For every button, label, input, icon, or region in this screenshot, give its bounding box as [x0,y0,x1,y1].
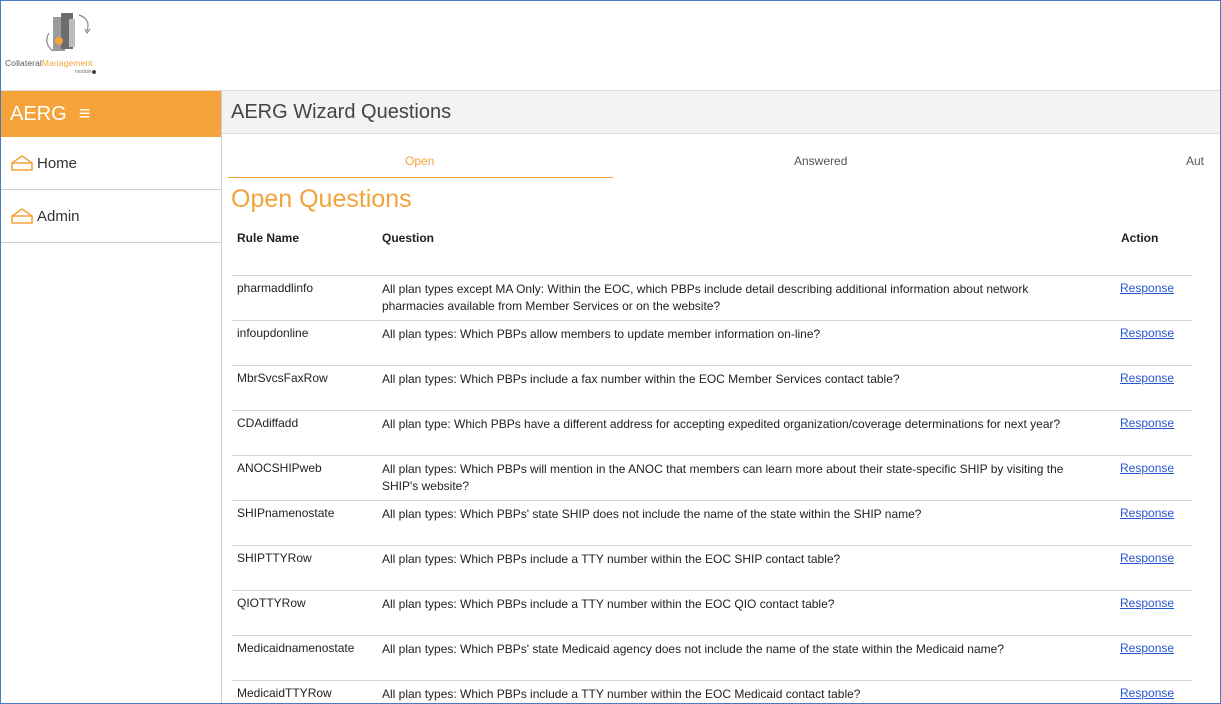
response-link[interactable]: Response [1120,461,1174,475]
hamburger-menu-icon[interactable]: ≡ [79,104,91,124]
sidebar-header: AERG ≡ [1,91,221,137]
rule-name-cell: pharmaddlinfo [237,281,314,295]
section-title: Open Questions [231,185,412,213]
sidebar: AERG ≡ Home Admin [1,91,222,703]
tab-auto[interactable]: Aut [1186,154,1204,168]
active-tab-underline [228,177,613,178]
rule-name-cell: ANOCSHIPweb [237,461,322,475]
question-cell: All plan types: Which PBPs include a TTY… [382,687,861,701]
question-cell: All plan types: Which PBPs' state Medica… [382,642,1004,656]
table-row: ANOCSHIPweb All plan types: Which PBPs w… [232,456,1192,501]
table-row: SHIPTTYRow All plan types: Which PBPs in… [232,546,1192,591]
logo-module-label: module [75,69,92,75]
logo-module-text: module [75,69,97,75]
logo-mark-icon [46,13,91,52]
sidebar-item-label: Admin [37,207,80,225]
tab-open[interactable]: Open [405,154,434,168]
logo-dot-icon [92,69,97,74]
sidebar-item-admin[interactable]: Admin [1,190,221,243]
response-link[interactable]: Response [1120,686,1174,700]
rule-name-cell: infoupdonline [237,326,309,340]
table-header: Rule Name Question Action [232,227,1192,276]
logo-brand-part1: Collateral [5,58,42,68]
question-cell: All plan types: Which PBPs include a TTY… [382,597,835,611]
sidebar-item-label: Home [37,154,78,172]
response-link[interactable]: Response [1120,326,1174,340]
rule-name-cell: SHIPTTYRow [237,551,312,565]
logo-brand-part2: Management [41,58,93,68]
table-row: MbrSvcsFaxRow All plan types: Which PBPs… [232,366,1192,411]
question-cell: All plan types: Which PBPs include a TTY… [382,552,841,566]
tab-bar: Open Answered Aut [222,134,1220,178]
page-title-bar: AERG Wizard Questions [222,91,1220,134]
sidebar-title: AERG [10,102,67,125]
house-icon [11,155,33,171]
column-header-action: Action [1121,231,1159,245]
question-cell: All plan types: Which PBPs' state SHIP d… [382,507,922,521]
rule-name-cell: MbrSvcsFaxRow [237,371,328,385]
sidebar-item-home[interactable]: Home [1,137,221,190]
logo: CollateralManagement module [5,11,125,86]
response-link[interactable]: Response [1120,416,1174,430]
logo-brand-text: CollateralManagement [5,58,93,68]
table-row: CDAdiffadd All plan type: Which PBPs hav… [232,411,1192,456]
question-cell: All plan types except MA Only: Within th… [382,282,1029,313]
response-link[interactable]: Response [1120,281,1174,295]
rule-name-cell: MedicaidTTYRow [237,686,332,700]
table-row: infoupdonline All plan types: Which PBPs… [232,321,1192,366]
table-row: Medicaidnamenostate All plan types: Whic… [232,636,1192,681]
house-icon [11,208,33,224]
column-header-rule-name: Rule Name [237,231,300,245]
response-link[interactable]: Response [1120,596,1174,610]
response-link[interactable]: Response [1120,641,1174,655]
response-link[interactable]: Response [1120,551,1174,565]
question-cell: All plan types: Which PBPs include a fax… [382,372,900,386]
table-row: pharmaddlinfo All plan types except MA O… [232,276,1192,321]
rule-name-cell: QIOTTYRow [237,596,306,610]
rule-name-cell: SHIPnamenostate [237,506,335,520]
main-content: AERG Wizard Questions Open Answered Aut … [222,91,1220,703]
table-row: QIOTTYRow All plan types: Which PBPs inc… [232,591,1192,636]
question-cell: All plan types: Which PBPs will mention … [382,462,1064,493]
questions-table: Rule Name Question Action pharmaddlinfo … [232,227,1192,703]
app-window: CollateralManagement module AERG ≡ Home … [0,0,1221,704]
column-header-question: Question [382,231,435,245]
response-link[interactable]: Response [1120,371,1174,385]
question-cell: All plan types: Which PBPs allow members… [382,327,821,341]
response-link[interactable]: Response [1120,506,1174,520]
question-cell: All plan type: Which PBPs have a differe… [382,417,1061,431]
tab-answered[interactable]: Answered [794,154,847,168]
top-bar: CollateralManagement module [1,1,1220,91]
table-row: MedicaidTTYRow All plan types: Which PBP… [232,681,1192,703]
rule-name-cell: Medicaidnamenostate [237,641,355,655]
table-row: SHIPnamenostate All plan types: Which PB… [232,501,1192,546]
page-title: AERG Wizard Questions [231,100,452,123]
rule-name-cell: CDAdiffadd [237,416,299,430]
